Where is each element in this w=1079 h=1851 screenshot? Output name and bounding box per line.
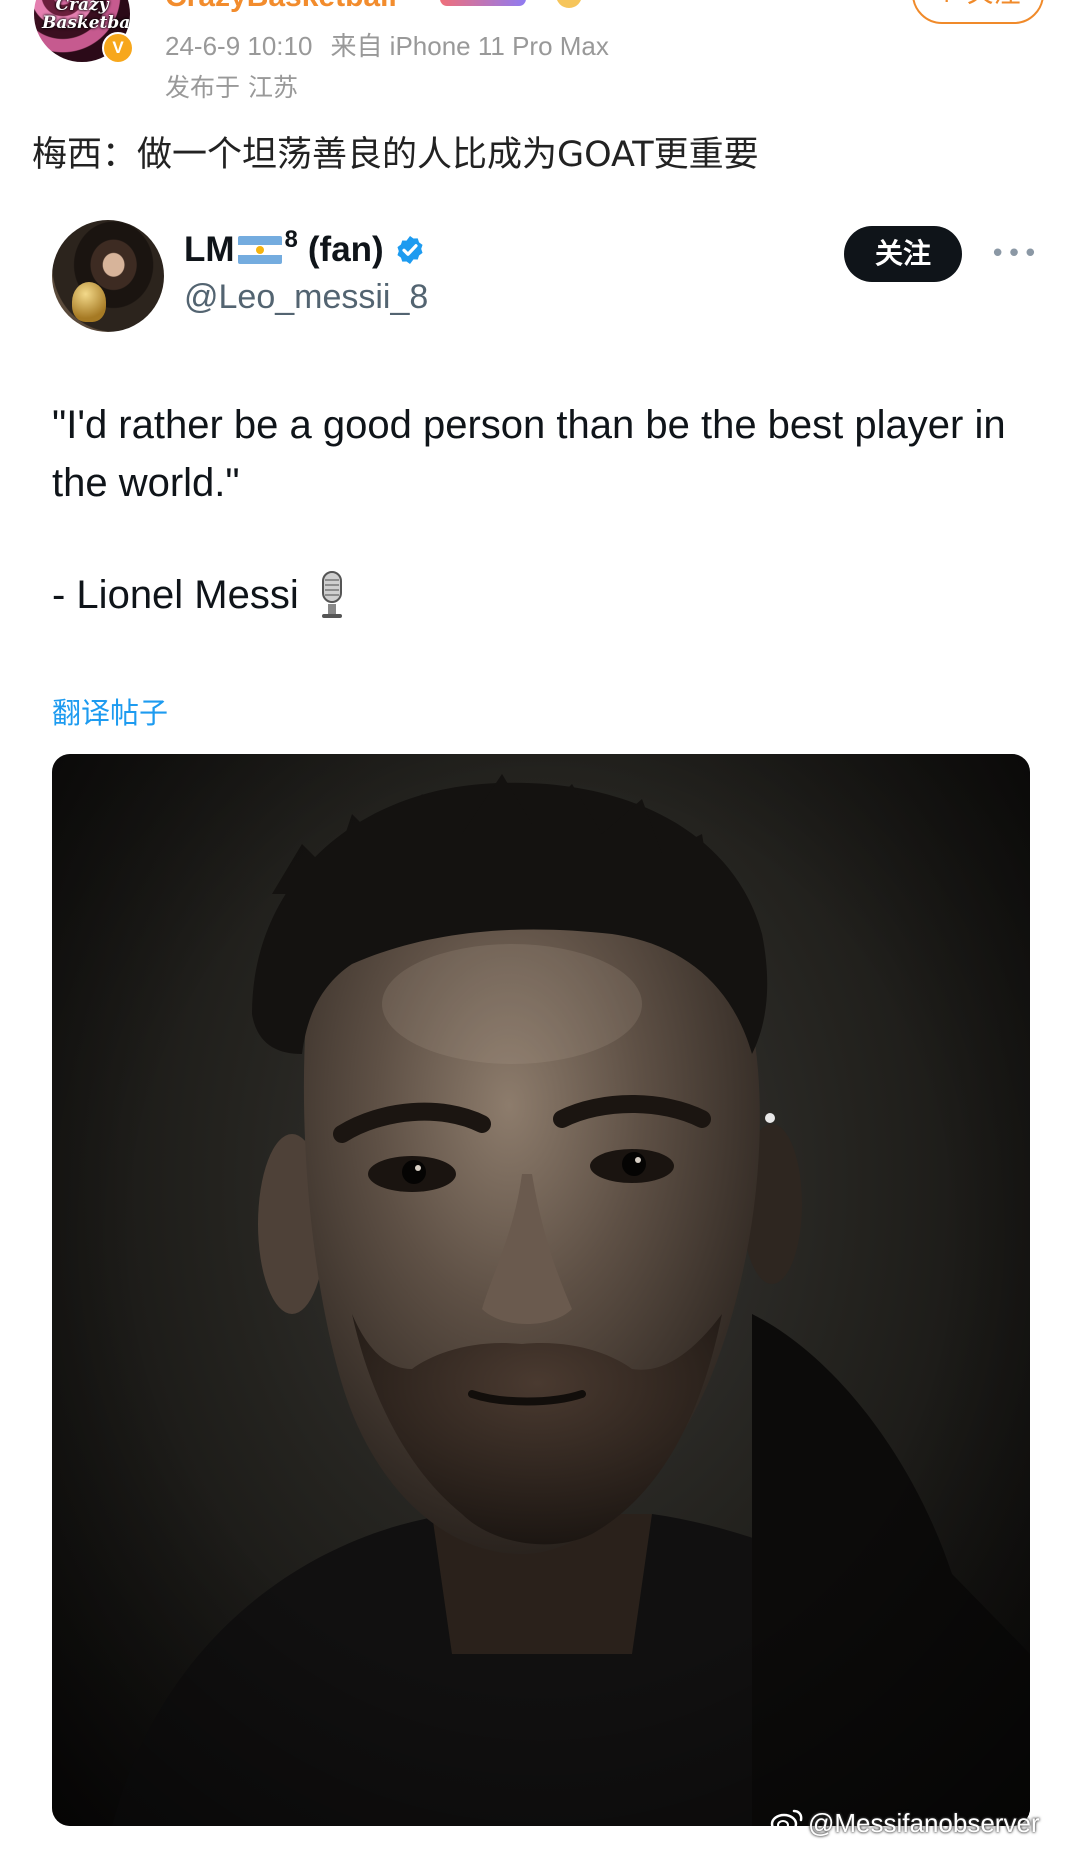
weibo-username[interactable]: CrazyBasketball: [165, 0, 397, 14]
post-time: 24-6-9 10:10: [165, 31, 313, 61]
tweet-display-name[interactable]: LM 8 (fan): [184, 226, 426, 270]
tweet-handle[interactable]: @Leo_messii_8: [184, 278, 428, 317]
tweet-avatar[interactable]: [52, 220, 164, 332]
tweet-photo[interactable]: [52, 754, 1030, 1826]
more-options-icon[interactable]: •••: [990, 234, 1038, 274]
weibo-logo-icon: [770, 1809, 803, 1835]
microphone-icon: [321, 571, 342, 618]
post-location: 发布于 江苏: [165, 73, 298, 102]
tweet-author-name: - Lionel Messi: [52, 572, 299, 617]
translate-post-link[interactable]: 翻译帖子: [52, 690, 168, 732]
tweet-follow-button[interactable]: 关注: [844, 226, 962, 282]
weibo-post-header: Crazy Basketball V CrazyBasketball 24-6-…: [0, 0, 1079, 110]
verified-v-icon: V: [102, 32, 134, 64]
argentina-flag-icon: [237, 236, 282, 264]
watermark-text: @Messifanobserver: [808, 1808, 1040, 1838]
post-meta: 24-6-9 10:10 来自 iPhone 11 Pro Max: [165, 26, 627, 63]
portrait-illustration: [52, 754, 1030, 1826]
weibo-avatar-text: Crazy Basketball: [42, 0, 130, 33]
emoji-icon: [556, 0, 582, 8]
tweet-quote-text: "I'd rather be a good person than be the…: [52, 403, 1006, 505]
weibo-follow-button[interactable]: + 关注: [912, 0, 1044, 24]
member-badge-icon: [440, 0, 526, 6]
tweet-name-suffix: (fan): [307, 230, 384, 269]
verified-check-icon: [397, 236, 423, 264]
post-source: 来自 iPhone 11 Pro Max: [330, 31, 609, 61]
trophy-icon: [72, 282, 106, 322]
tweet-name-prefix: LM: [184, 230, 235, 269]
tweet-author-line: - Lionel Messi: [52, 570, 349, 620]
weibo-post-text: 梅西：做一个坦荡善良的人比成为GOAT更重要: [32, 135, 759, 175]
tweet-name-sup: 8: [284, 226, 298, 253]
